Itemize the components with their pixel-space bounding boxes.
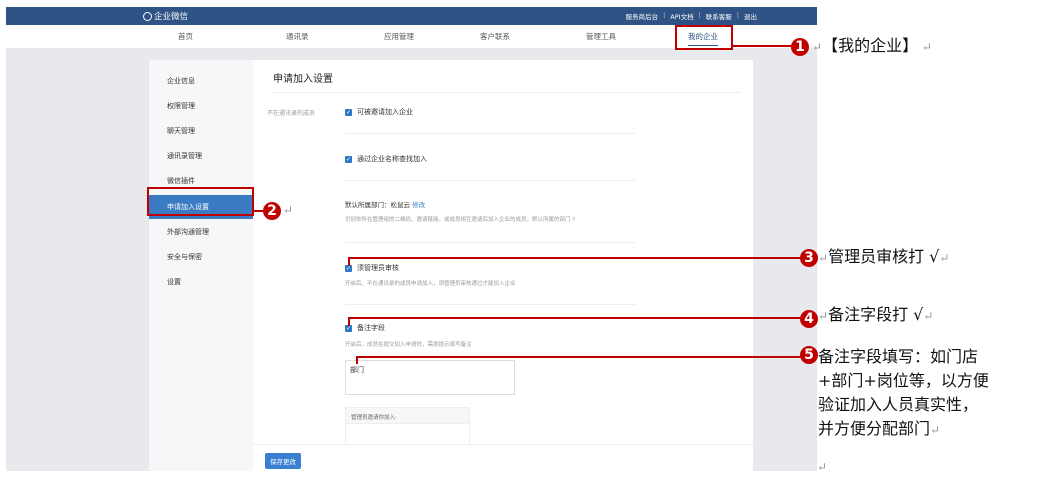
return-mark: ↵ xyxy=(283,203,294,217)
nav-customers[interactable]: 客户联系 xyxy=(480,31,510,42)
nav-apps[interactable]: 应用管理 xyxy=(384,31,414,42)
option-note-field[interactable]: ✓ 备注字段 xyxy=(345,323,385,333)
top-bar: 企业微信 服务商后台 | API文档 | 联系客服 | 退出 xyxy=(6,7,817,25)
option-invite[interactable]: ✓ 可被邀请加入企业 xyxy=(345,107,413,117)
annotation-1: ↵【我的企业】 ↵ xyxy=(812,36,932,55)
option-label: 须管理员审核 xyxy=(357,264,399,272)
step-3-badge: 3 xyxy=(800,249,818,267)
pointer-line xyxy=(348,317,802,319)
sidebar-item-external[interactable]: 外部沟通管理 xyxy=(149,220,253,244)
pointer-arrow xyxy=(348,257,350,266)
pointer-line xyxy=(348,257,802,259)
dept-desc-text: 识别你所在管理组的二维码、邀请链接，或成员相互邀请后加入企业的成员，默认所属的部… xyxy=(345,217,571,223)
default-dept: 默认所属部门：松鼠云 修改 xyxy=(345,199,425,209)
divider: | xyxy=(736,11,739,19)
pointer-line xyxy=(356,356,802,358)
link-provider[interactable]: 服务商后台 xyxy=(626,11,659,21)
screenshot-window: 企业微信 服务商后台 | API文档 | 联系客服 | 退出 首页 通讯录 应用管理 … xyxy=(6,7,817,471)
highlight-join-settings xyxy=(147,187,254,216)
return-mark: ↵ xyxy=(817,460,828,474)
dept-label: 默认所属部门：松鼠云 xyxy=(345,201,410,209)
divider: | xyxy=(663,11,666,19)
nav-tools[interactable]: 管理工具 xyxy=(586,31,616,42)
step-4-badge: 4 xyxy=(800,310,818,328)
highlight-my-company xyxy=(675,25,733,50)
divider: | xyxy=(698,11,701,19)
option-label: 备注字段 xyxy=(357,324,385,332)
annotation-5-line: 并方便分配部门 xyxy=(818,419,931,438)
dept-desc: 识别你所在管理组的二维码、邀请链接，或成员相互邀请后加入企业的成员，默认所属的部… xyxy=(345,215,575,223)
option-note-desc: 开启后，成员在提交加入申请时，需按提示填写备注 xyxy=(345,342,472,348)
nav-contacts[interactable]: 通讯录 xyxy=(286,31,309,42)
annotation-5: 备注字段填写：如门店 +部门+岗位等，以方便 验证加入人员真实性， 并方便分配部… xyxy=(818,347,989,438)
annotation-1-text: 【我的企业】 xyxy=(822,36,919,55)
link-support[interactable]: 联系客服 xyxy=(706,11,732,21)
checkbox-checked-icon[interactable]: ✓ xyxy=(345,108,352,116)
annotation-5-line: +部门+岗位等，以方便 xyxy=(818,371,989,390)
logo-text: 企业微信 xyxy=(154,12,189,22)
option-admin-review[interactable]: ✓ 须管理员审核 xyxy=(345,263,399,273)
pointer-arrow xyxy=(356,356,358,364)
content-panel: 申请加入设置 不在通讯录的成员 ✓ 可被邀请加入企业 ✓ 通过企业名称查找加入 默认… xyxy=(253,60,753,471)
row-label: 不在通讯录的成员 xyxy=(267,110,316,117)
edit-dept-link[interactable]: 修改 xyxy=(412,201,425,209)
annotation-3: ↵管理员审核打 √↵ xyxy=(818,247,950,266)
annotation-4-text: 备注字段打 √ xyxy=(828,305,924,324)
option-label: 可被邀请加入企业 xyxy=(357,108,413,116)
sidebar-item-settings[interactable]: 设置 xyxy=(149,270,253,294)
note-input[interactable]: 部门 xyxy=(345,360,515,395)
annotation-5-line: 验证加入人员真实性， xyxy=(818,395,979,414)
preview-label: 管理员邀请你加入: xyxy=(346,408,469,424)
sidebar: 企业信息 权限管理 聊天管理 通讯录管理 微信插件 申请加入设置 外部沟通管理 … xyxy=(149,60,253,471)
link-logout[interactable]: 退出 xyxy=(744,11,757,21)
page-title: 申请加入设置 xyxy=(273,74,333,85)
step-5-badge: 5 xyxy=(800,346,818,364)
annotation-4: ↵备注字段打 √↵ xyxy=(818,305,934,324)
step-2-badge: 2 xyxy=(263,202,281,220)
sidebar-item-security[interactable]: 安全与保密 xyxy=(149,245,253,269)
pointer-line xyxy=(733,45,793,47)
save-button[interactable]: 保存更改 xyxy=(265,453,301,469)
pointer-arrow xyxy=(348,317,350,326)
sidebar-item-contacts[interactable]: 通讯录管理 xyxy=(149,144,253,168)
link-api-docs[interactable]: API文档 xyxy=(670,11,693,21)
option-label: 通过企业名称查找加入 xyxy=(357,155,427,163)
option-admin-review-desc: 开启后，不在通讯录的成员申请加入，须管理员审核通过才能加入企业 xyxy=(345,281,516,287)
sidebar-item-company-info[interactable]: 企业信息 xyxy=(149,69,253,93)
preview-card: 管理员邀请你加入: xyxy=(345,407,470,444)
option-search-name[interactable]: ✓ 通过企业名称查找加入 xyxy=(345,154,427,164)
top-links: 服务商后台 | API文档 | 联系客服 | 退出 xyxy=(626,11,757,21)
logo[interactable]: 企业微信 xyxy=(143,10,188,22)
nav-home[interactable]: 首页 xyxy=(178,31,193,42)
sidebar-item-chat[interactable]: 聊天管理 xyxy=(149,119,253,143)
help-icon[interactable]: ? xyxy=(572,217,575,223)
checkbox-checked-icon[interactable]: ✓ xyxy=(345,155,352,163)
annotation-5-line: 备注字段填写：如门店 xyxy=(818,347,979,366)
wework-logo-icon xyxy=(143,11,152,21)
annotation-3-text: 管理员审核打 √ xyxy=(828,247,940,266)
step-1-badge: 1 xyxy=(791,38,809,56)
sidebar-item-permissions[interactable]: 权限管理 xyxy=(149,94,253,118)
